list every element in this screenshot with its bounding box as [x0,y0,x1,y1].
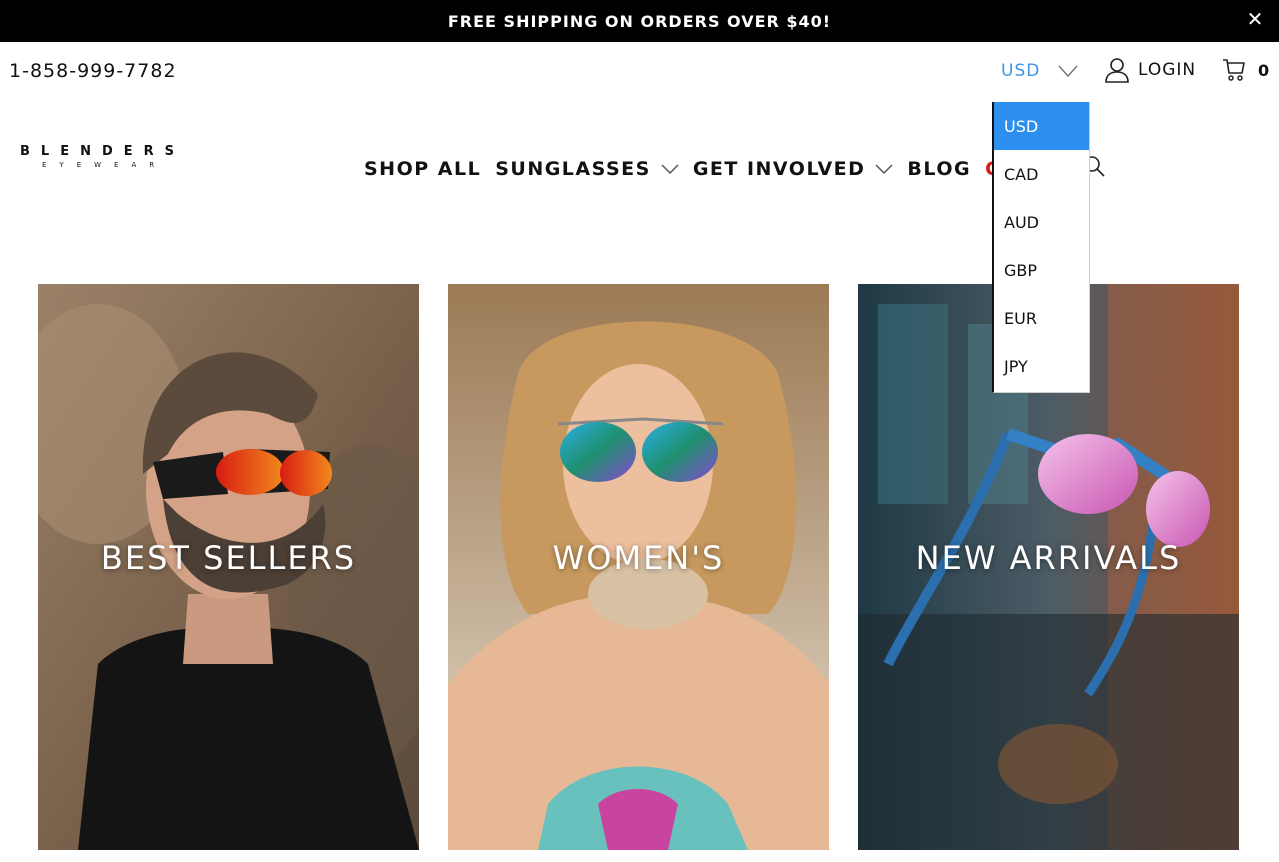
collection-card-label: WOMEN'S [552,539,725,577]
site-logo[interactable]: BLENDERS EYEWEAR [20,145,200,175]
cart-link[interactable]: 0 [1222,58,1269,82]
nav-item-label: SUNGLASSES [495,158,651,180]
promo-bar: FREE SHIPPING ON ORDERS OVER $40! ✕ [0,0,1279,42]
user-icon [1105,58,1129,83]
currency-option-usd[interactable]: USD [994,102,1089,150]
nav-item-label: BLOG [907,158,972,180]
collection-card-label: BEST SELLERS [100,539,357,577]
currency-dropdown: USD CAD AUD GBP EUR JPY [992,102,1090,393]
nav-item-label: GET INVOLVED [692,158,866,180]
currency-option-aud[interactable]: AUD [994,198,1089,246]
nav-item-label: SHOP ALL [364,158,482,180]
currency-selected-label: USD [1001,61,1041,81]
logo-subtitle: EYEWEAR [42,161,168,169]
currency-selector[interactable]: USD [1001,61,1078,81]
login-link[interactable]: LOGIN [1105,57,1196,83]
login-label: LOGIN [1138,60,1197,80]
utility-bar: 1-858-999-7782 USD LOGIN 0 [0,42,1279,102]
logo-wordmark: BLENDERS [20,144,185,159]
chevron-down-icon [1058,65,1078,78]
nav-item-shop-all[interactable]: SHOP ALL [364,158,481,180]
collection-card-womens[interactable]: WOMEN'S [448,284,829,850]
cart-count: 0 [1258,60,1270,80]
currency-option-jpy[interactable]: JPY [994,342,1089,390]
collection-card-best-sellers[interactable]: BEST SELLERS [38,284,419,850]
nav-item-get-involved[interactable]: GET INVOLVED [693,158,894,180]
close-icon[interactable]: ✕ [1243,8,1267,32]
currency-option-cad[interactable]: CAD [994,150,1089,198]
chevron-down-icon [875,164,893,175]
phone-number[interactable]: 1-858-999-7782 [9,60,177,82]
nav-item-sunglasses[interactable]: SUNGLASSES [495,158,679,180]
promo-text: FREE SHIPPING ON ORDERS OVER $40! [447,11,832,31]
currency-option-eur[interactable]: EUR [994,294,1089,342]
main-nav: SHOP ALL SUNGLASSES GET INVOLVED BLOG GE [364,156,1031,182]
chevron-down-icon [661,164,679,175]
cart-icon [1223,59,1245,81]
nav-item-blog[interactable]: BLOG [907,158,971,180]
currency-option-gbp[interactable]: GBP [994,246,1089,294]
collection-card-label: NEW ARRIVALS [915,539,1182,577]
